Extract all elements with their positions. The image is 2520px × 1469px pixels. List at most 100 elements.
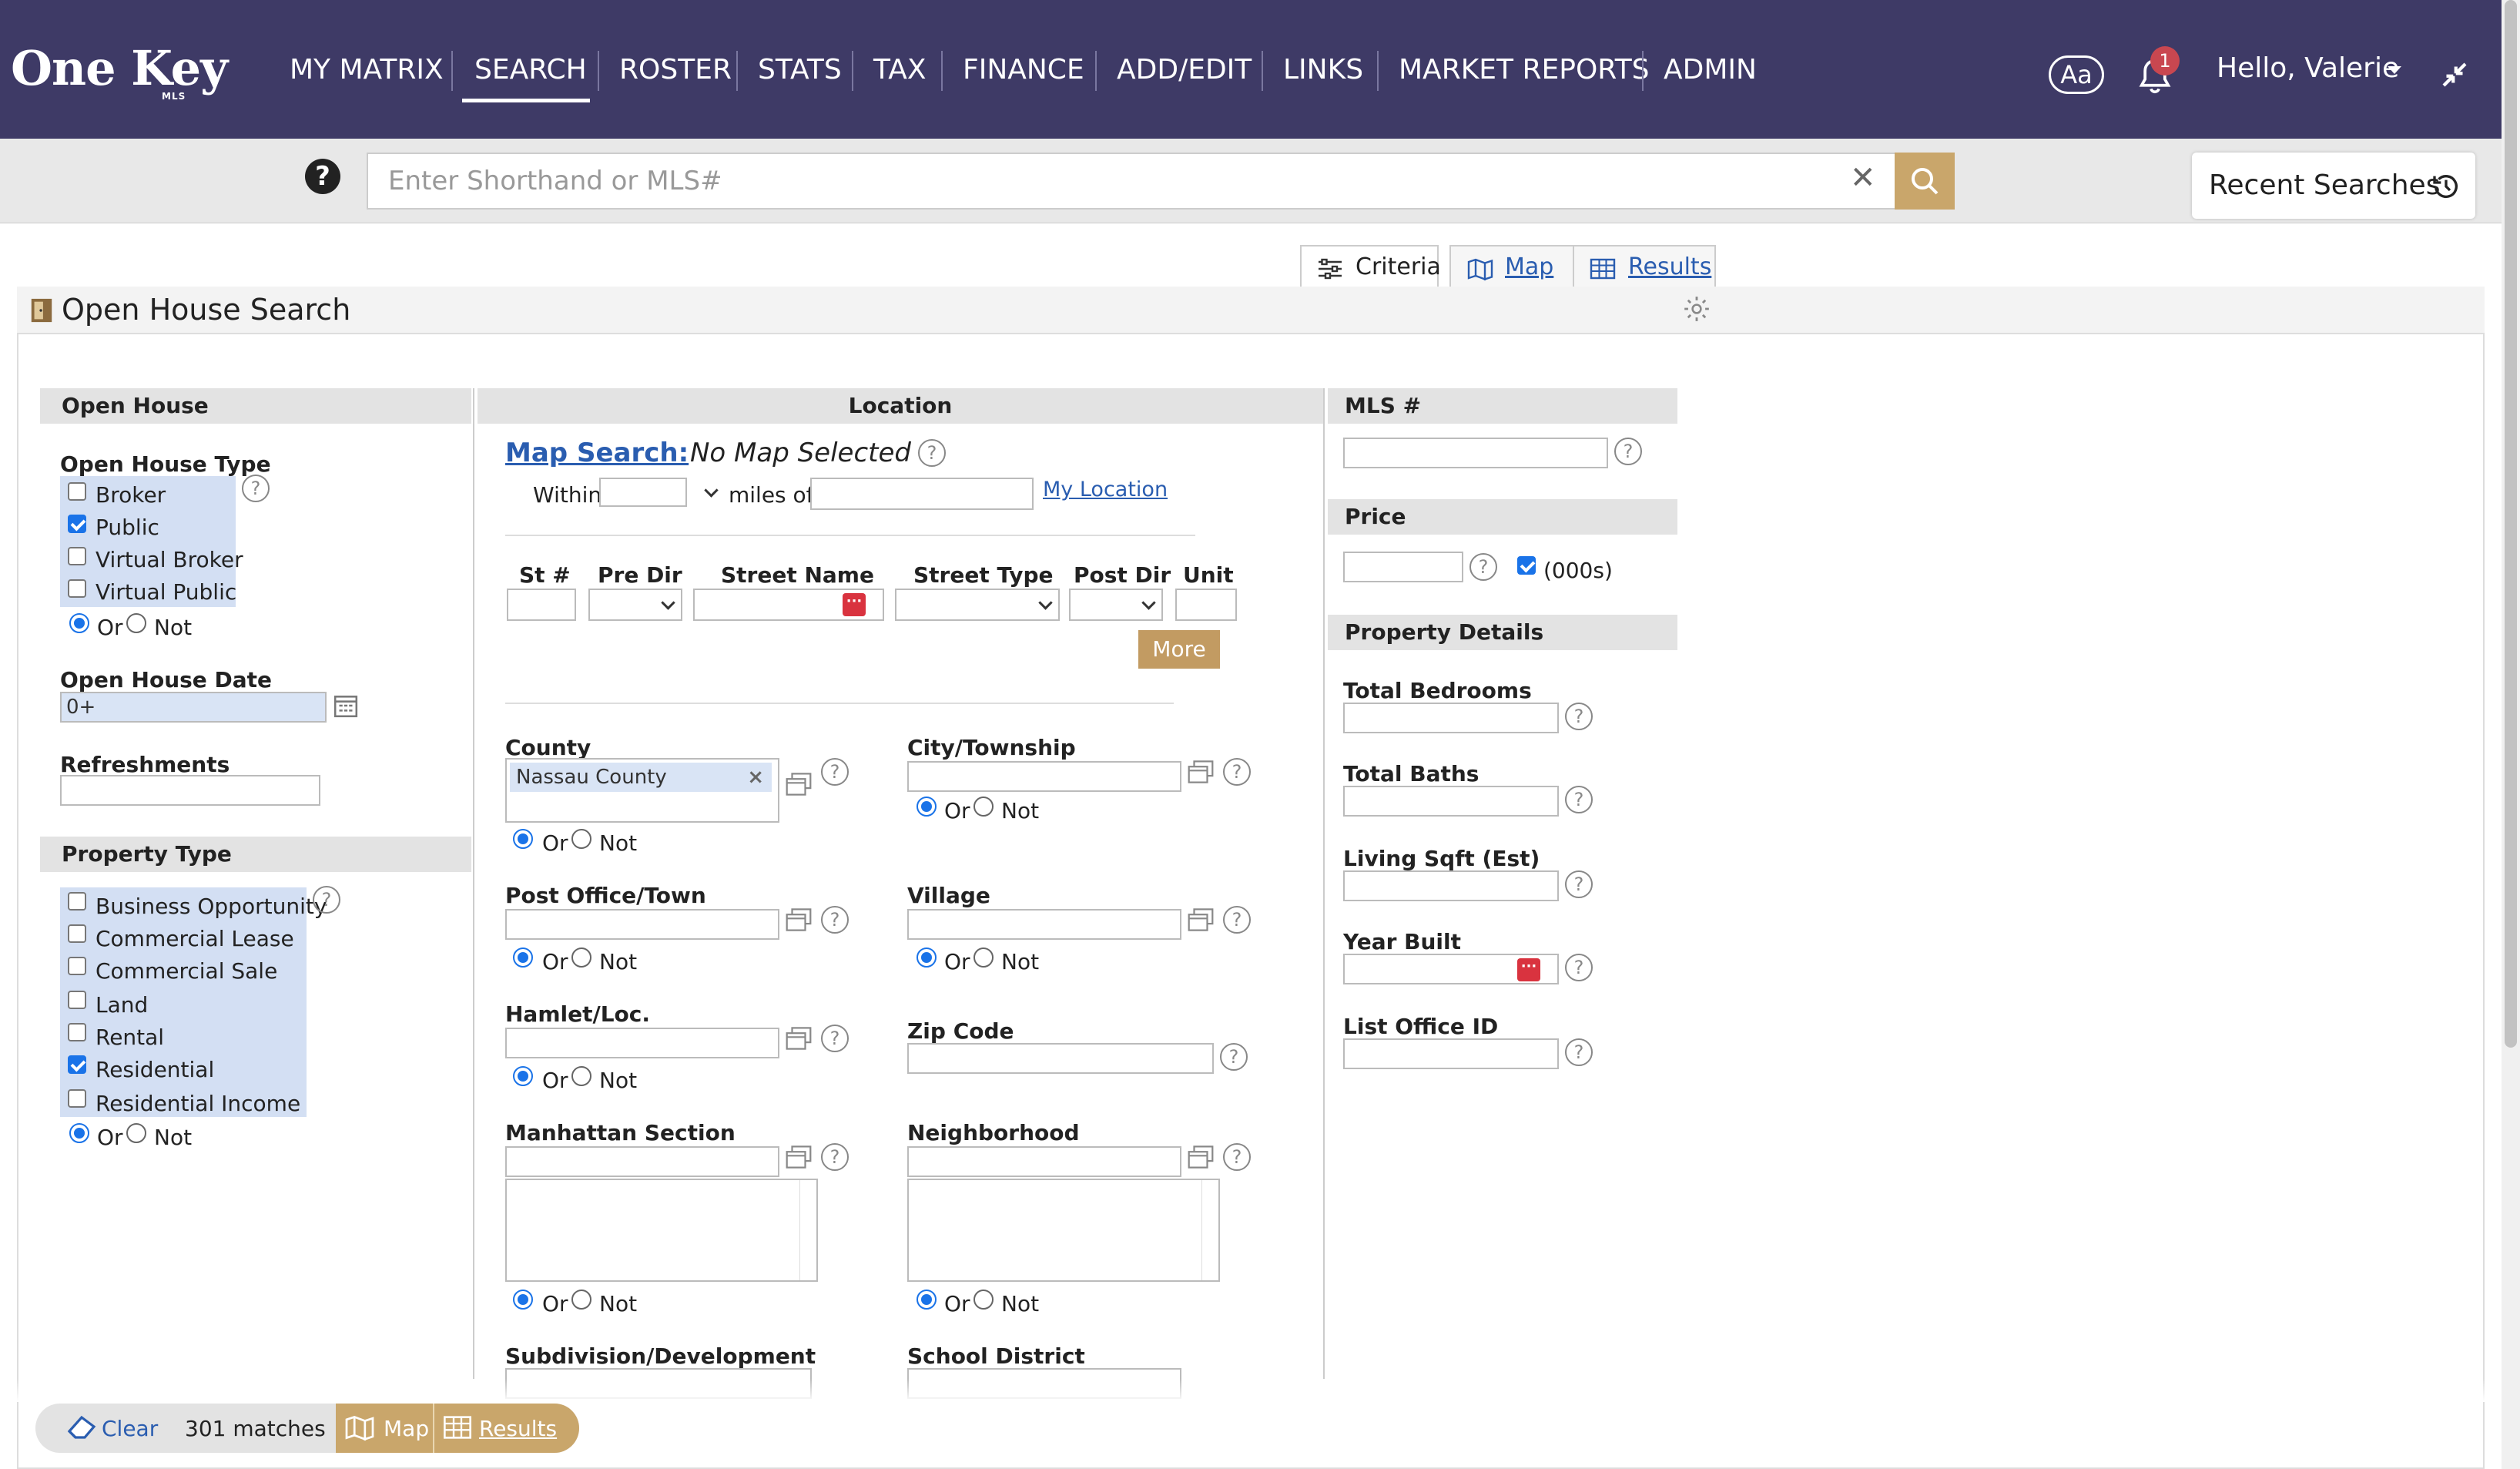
total-bedrooms-input[interactable] (1343, 703, 1559, 733)
checkbox-commercial-lease[interactable] (68, 924, 86, 943)
within-units-select[interactable] (689, 478, 724, 507)
manhattan-list[interactable] (505, 1179, 818, 1282)
street-name-lookup-icon[interactable]: ··· (843, 593, 866, 616)
radio-not[interactable] (973, 1290, 994, 1310)
radio-not[interactable] (571, 1066, 591, 1086)
help-icon[interactable]: ? (1223, 1143, 1251, 1171)
help-icon[interactable]: ? (1565, 786, 1593, 813)
help-icon[interactable]: ? (821, 1025, 849, 1052)
picklist-icon[interactable] (1188, 760, 1214, 784)
post-office-input[interactable] (505, 909, 779, 940)
help-icon[interactable]: ? (313, 886, 340, 914)
help-icon[interactable]: ? (1565, 1038, 1593, 1066)
more-button[interactable]: More (1138, 630, 1220, 669)
tab-criteria[interactable]: Criteria (1300, 245, 1441, 288)
hamlet-input[interactable] (505, 1028, 779, 1058)
radio-not[interactable] (126, 613, 146, 633)
help-icon[interactable]: ? (821, 1143, 849, 1171)
post-dir-select[interactable] (1069, 589, 1163, 621)
village-input[interactable] (907, 909, 1181, 940)
map-icon[interactable] (343, 1414, 376, 1440)
footer-map-button[interactable]: Map (384, 1416, 429, 1441)
radio-or[interactable] (917, 797, 937, 817)
radio-or[interactable] (513, 947, 533, 968)
picklist-icon[interactable] (786, 907, 812, 932)
user-menu[interactable]: Hello, Valerie (2217, 52, 2399, 84)
help-icon[interactable]: ? (1565, 954, 1593, 981)
tab-results[interactable]: Results (1573, 245, 1716, 288)
table-icon[interactable] (442, 1414, 473, 1440)
radio-not[interactable] (973, 947, 994, 968)
radio-not[interactable] (571, 829, 591, 849)
help-icon[interactable]: ? (1223, 906, 1251, 934)
nav-my-matrix[interactable]: MY MATRIX (290, 54, 444, 86)
calendar-icon[interactable] (333, 692, 359, 719)
radio-or[interactable] (69, 613, 89, 633)
collapse-icon[interactable] (2438, 59, 2471, 91)
checkbox-commercial-sale[interactable] (68, 957, 86, 975)
scrollbar[interactable] (799, 1180, 816, 1280)
zip-input[interactable] (907, 1043, 1214, 1074)
help-icon[interactable]: ? (305, 159, 340, 194)
checkbox-land[interactable] (68, 991, 86, 1009)
radio-not[interactable] (571, 947, 591, 968)
checkbox-virtual-public[interactable] (68, 579, 86, 598)
help-icon[interactable]: ? (821, 906, 849, 934)
pre-dir-select[interactable] (588, 589, 682, 621)
radio-or[interactable] (917, 947, 937, 968)
year-built-lookup-icon[interactable]: ··· (1517, 958, 1540, 981)
map-search-link[interactable]: Map Search: (505, 438, 689, 468)
onekey-logo[interactable]: One Key MLS (11, 40, 228, 102)
nav-stats[interactable]: STATS (758, 54, 842, 86)
help-icon[interactable]: ? (1565, 870, 1593, 898)
checkbox-residential-income[interactable] (68, 1089, 86, 1108)
picklist-icon[interactable] (1188, 1145, 1214, 1169)
shorthand-search-input[interactable]: Enter Shorthand or MLS# (367, 153, 1907, 210)
manhattan-input[interactable] (505, 1146, 779, 1177)
nav-add-edit[interactable]: ADD/EDIT (1117, 54, 1252, 86)
my-location-link[interactable]: My Location (1043, 478, 1168, 501)
help-icon[interactable]: ? (242, 475, 270, 502)
radio-not[interactable] (126, 1123, 146, 1143)
living-sqft-input[interactable] (1343, 870, 1559, 901)
scrollbar-thumb[interactable] (2505, 0, 2517, 1048)
radio-or[interactable] (513, 1066, 533, 1086)
refreshments-input[interactable] (60, 775, 320, 806)
unit-input[interactable] (1175, 589, 1237, 621)
within-distance-input[interactable] (599, 478, 687, 507)
list-office-id-input[interactable] (1343, 1038, 1559, 1069)
nav-finance[interactable]: FINANCE (963, 54, 1084, 86)
radio-or[interactable] (513, 829, 533, 849)
neighborhood-list[interactable] (907, 1179, 1220, 1282)
radio-not[interactable] (571, 1290, 591, 1310)
radio-or[interactable] (513, 1290, 533, 1310)
street-type-select[interactable] (895, 589, 1060, 621)
checkbox-business-opportunity[interactable] (68, 892, 86, 911)
nav-roster[interactable]: ROSTER (619, 54, 732, 86)
price-input[interactable] (1343, 552, 1463, 582)
clear-button[interactable]: Clear (102, 1416, 158, 1441)
search-button[interactable] (1895, 153, 1955, 210)
help-icon[interactable]: ? (1614, 438, 1642, 465)
scrollbar[interactable] (1201, 1180, 1218, 1280)
remove-tag-icon[interactable]: × (747, 763, 764, 792)
open-house-date-input[interactable]: 0+ (60, 692, 327, 723)
neighborhood-input[interactable] (907, 1146, 1181, 1177)
mls-number-input[interactable] (1343, 438, 1608, 468)
help-icon[interactable]: ? (1469, 553, 1497, 581)
radio-or[interactable] (917, 1290, 937, 1310)
help-icon[interactable]: ? (821, 758, 849, 786)
recent-searches-button[interactable]: Recent Searches (2192, 153, 2475, 219)
checkbox-public[interactable] (68, 515, 86, 533)
help-icon[interactable]: ? (918, 439, 946, 467)
gear-icon[interactable] (1682, 294, 1711, 324)
total-baths-input[interactable] (1343, 786, 1559, 817)
help-icon[interactable]: ? (1565, 703, 1593, 730)
nav-market-reports[interactable]: MARKET REPORTS (1399, 54, 1650, 86)
picklist-icon[interactable] (1188, 907, 1214, 932)
checkbox-thousands[interactable] (1517, 556, 1536, 575)
city-input[interactable] (907, 761, 1181, 792)
eraser-icon[interactable] (66, 1413, 97, 1440)
footer-results-button[interactable]: Results (479, 1416, 557, 1441)
help-icon[interactable]: ? (1220, 1043, 1248, 1071)
